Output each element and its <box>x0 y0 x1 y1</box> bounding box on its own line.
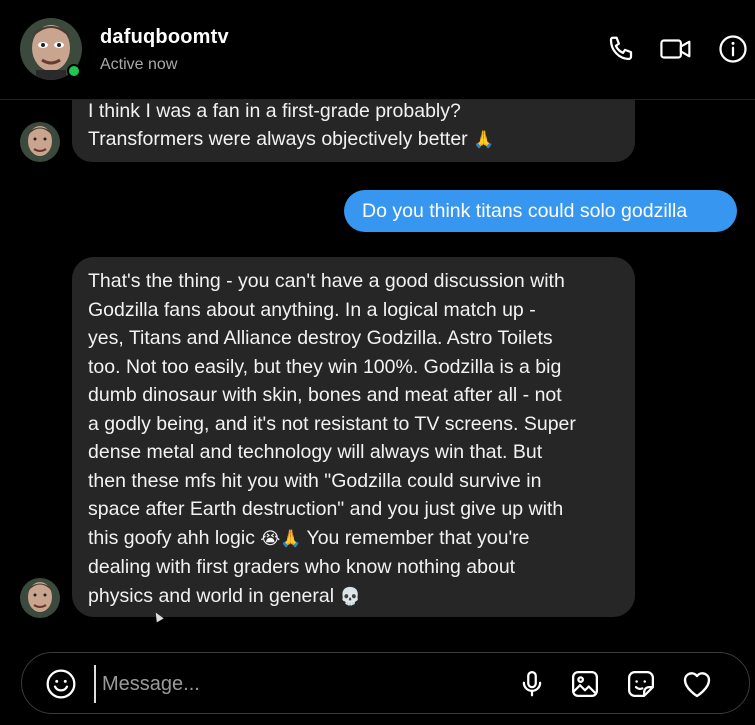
message-line: I think I was a fan in a first-grade pro… <box>88 100 461 122</box>
online-status-dot <box>67 64 81 78</box>
message-text: You remember that you're <box>301 526 530 549</box>
message-bubble-incoming[interactable]: That's the thing - you can't have a good… <box>72 257 635 617</box>
message-text: this goofy ahh logic <box>88 526 255 549</box>
message-text: Do you think titans could solo godzilla <box>362 199 688 222</box>
message-line: then these mfs hit you with "Godzilla co… <box>88 469 542 492</box>
heart-icon[interactable] <box>680 667 714 701</box>
info-icon[interactable] <box>716 32 750 66</box>
image-icon[interactable] <box>568 667 602 701</box>
emoji-icon[interactable] <box>44 667 78 701</box>
phone-icon[interactable] <box>604 32 638 66</box>
message-line: a godly being, and it's not resistant to… <box>88 412 576 435</box>
message-line: yes, Titans and Alliance destroy Godzill… <box>88 327 553 349</box>
message-line: physics and world in general 💀 <box>88 582 621 612</box>
message-line: space after Earth destruction" and you j… <box>88 498 564 520</box>
sender-avatar[interactable] <box>20 122 60 162</box>
microphone-icon[interactable] <box>515 667 549 701</box>
video-icon[interactable] <box>659 32 693 66</box>
message-composer <box>21 652 750 714</box>
message-line: dealing with first graders who know noth… <box>88 556 516 578</box>
contact-name[interactable]: dafuqboomtv <box>100 26 229 49</box>
crying-praying-emoji: 😭🙏 <box>260 528 302 548</box>
skull-emoji: 💀 <box>339 586 361 606</box>
message-line: Transformers were always objectively bet… <box>88 125 494 155</box>
message-line: dumb dinosaur with skin, bones and meat … <box>88 384 562 406</box>
contact-status: Active now <box>100 56 178 73</box>
message-text: physics and world in general <box>88 584 335 607</box>
chat-header: dafuqboomtv Active now <box>0 0 755 100</box>
sender-avatar[interactable] <box>20 578 60 618</box>
message-bubble-incoming[interactable]: I think I was a fan in a first-grade pro… <box>72 100 635 162</box>
message-line: dense metal and technology will always w… <box>88 441 543 463</box>
sticker-icon[interactable] <box>624 667 658 701</box>
message-input[interactable] <box>94 665 494 703</box>
message-text: Transformers were always objectively bet… <box>88 128 468 150</box>
message-bubble-outgoing[interactable]: Do you think titans could solo godzilla <box>344 190 737 232</box>
message-line: That's the thing - you can't have a good… <box>88 270 565 292</box>
message-line: Godzilla fans about anything. In a logic… <box>88 298 536 321</box>
message-line: too. Not too easily, but they win 100%. … <box>88 355 562 378</box>
praying-hands-emoji: 🙏 <box>473 130 495 149</box>
message-line: this goofy ahh logic 😭🙏 You remember tha… <box>88 524 621 554</box>
